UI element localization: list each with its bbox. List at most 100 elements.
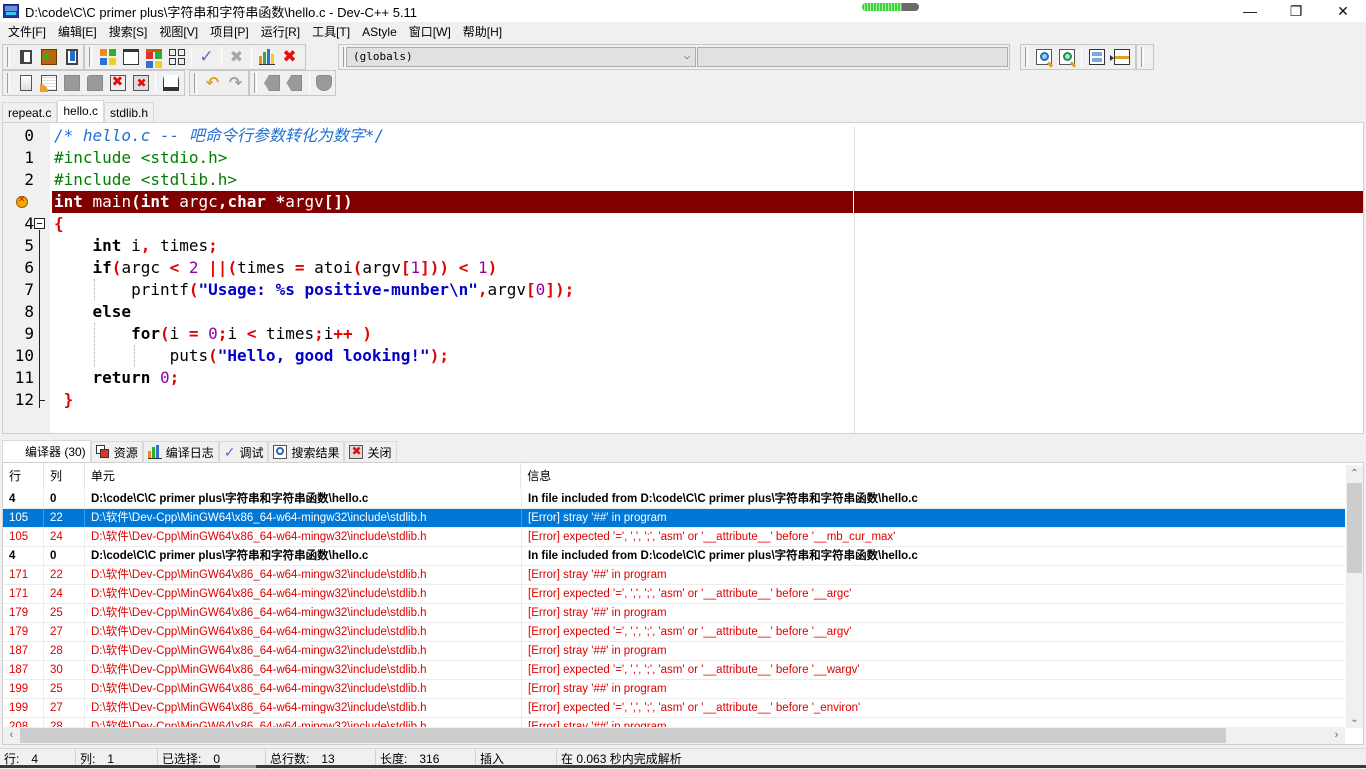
message-row[interactable]: 4 0 D:\code\C\C primer plus\字符串和字符串函数\hell… <box>3 547 1345 566</box>
vertical-scrollbar[interactable]: ⌃ ⌄ <box>1346 465 1363 728</box>
syntax-check-button[interactable]: ✓ <box>195 46 218 68</box>
menu-help[interactable]: 帮助[H] <box>457 22 508 43</box>
stop-button[interactable]: ✖ <box>225 46 248 68</box>
toolbar-grip[interactable] <box>254 73 257 93</box>
menu-file[interactable]: 文件[F] <box>2 22 52 43</box>
code-line[interactable]: int main(int argc,char *argv[]) <box>3 191 1363 213</box>
toolbar-grip[interactable] <box>89 47 92 67</box>
menu-search[interactable]: 搜索[S] <box>103 22 154 43</box>
tab-stdlib-h[interactable]: stdlib.h <box>104 102 155 122</box>
print-button[interactable] <box>159 72 182 94</box>
menu-window[interactable]: 窗口[W] <box>403 22 457 43</box>
scope-combo[interactable]: (globals) ⌵ <box>346 47 696 67</box>
run-button[interactable] <box>119 46 142 68</box>
toolbar-grip[interactable] <box>7 73 10 93</box>
new-file-button[interactable] <box>14 72 37 94</box>
toolbar-grip[interactable] <box>1141 47 1144 67</box>
compile-button[interactable] <box>96 46 119 68</box>
menu-tools[interactable]: 工具[T] <box>306 22 356 43</box>
horizontal-scrollbar[interactable]: ‹ › <box>3 727 1345 744</box>
remove-from-project-button[interactable] <box>60 46 83 68</box>
undo-button[interactable]: ↶ <box>201 72 224 94</box>
function-combo[interactable] <box>697 47 1008 67</box>
message-row[interactable]: 187 30 D:\软件\Dev-Cpp\MinGW64\x86_64-w64-mi… <box>3 661 1345 680</box>
message-row[interactable]: 179 27 D:\软件\Dev-Cpp\MinGW64\x86_64-w64-mi… <box>3 623 1345 642</box>
compiler-messages-list[interactable]: 行 列 单元 信息 4 0 D:\code\C\C primer plus\字符串和… <box>2 462 1364 745</box>
header-unit[interactable]: 单元 <box>85 463 522 489</box>
redo-button[interactable]: ↷ <box>224 72 247 94</box>
code-line[interactable]: 0 /* hello.c -- 吧命令行参数转化为数字*/ <box>3 125 1363 147</box>
new-project-button[interactable] <box>14 46 37 68</box>
menu-edit[interactable]: 编辑[E] <box>52 22 103 43</box>
scroll-right-icon[interactable]: › <box>1328 727 1345 744</box>
open-file-button[interactable] <box>37 72 60 94</box>
split-button[interactable] <box>1085 46 1108 68</box>
message-row[interactable]: 4 0 D:\code\C\C primer plus\字符串和字符串函数\hell… <box>3 490 1345 509</box>
header-message[interactable]: 信息 <box>521 463 1343 489</box>
tab-close-panel[interactable]: ✖ 关闭 <box>344 441 397 462</box>
toggle-comment-button[interactable] <box>313 72 335 94</box>
code-line[interactable]: 11 return 0; <box>3 367 1363 389</box>
code-editor[interactable]: 0 /* hello.c -- 吧命令行参数转化为数字*/ 1 #include <s… <box>2 122 1364 434</box>
message-row[interactable]: 179 25 D:\软件\Dev-Cpp\MinGW64\x86_64-w64-mi… <box>3 604 1345 623</box>
header-col[interactable]: 列 <box>44 463 85 489</box>
find-next-button[interactable] <box>1055 46 1078 68</box>
message-row[interactable]: 105 24 D:\软件\Dev-Cpp\MinGW64\x86_64-w64-mi… <box>3 528 1345 547</box>
code-line[interactable]: 2 #include <stdlib.h> <box>3 169 1363 191</box>
code-token: /* hello.c -- 吧命令行参数转化为数字*/ <box>54 126 385 145</box>
compile-run-button[interactable] <box>142 46 165 68</box>
fold-collapse-icon[interactable] <box>34 218 45 229</box>
code-line[interactable]: 8 else <box>3 301 1363 323</box>
code-line[interactable]: 4{ <box>3 213 1363 235</box>
code-line[interactable]: 6 if(argc < 2 ||(times = atoi(argv[1])) … <box>3 257 1363 279</box>
close-all-button[interactable]: ✖ <box>129 72 152 94</box>
tab-compile-log[interactable]: 编译日志 <box>142 441 219 462</box>
message-row[interactable]: 105 22 D:\软件\Dev-Cpp\MinGW64\x86_64-w64-mi… <box>3 509 1345 528</box>
menu-run[interactable]: 运行[R] <box>255 22 306 43</box>
code-line[interactable]: 5 int i, times; <box>3 235 1363 257</box>
toolbar-grip[interactable] <box>194 73 197 93</box>
delete-profile-button[interactable]: ✖ <box>278 46 301 68</box>
header-line[interactable]: 行 <box>3 463 44 489</box>
add-to-project-button[interactable]: + <box>37 46 60 68</box>
toolbar-grip[interactable] <box>7 47 10 67</box>
message-row[interactable]: 171 22 D:\软件\Dev-Cpp\MinGW64\x86_64-w64-mi… <box>3 566 1345 585</box>
unindent-button[interactable] <box>283 72 305 94</box>
find-button[interactable] <box>1032 46 1055 68</box>
menu-project[interactable]: 项目[P] <box>204 22 255 43</box>
code-line[interactable]: 1 #include <stdio.h> <box>3 147 1363 169</box>
scroll-up-icon[interactable]: ⌃ <box>1346 465 1363 482</box>
rebuild-button[interactable] <box>165 46 188 68</box>
tab-repeat-c[interactable]: repeat.c <box>2 102 58 122</box>
tab-resources[interactable]: 资源 <box>90 441 143 462</box>
close-button[interactable]: ✕ <box>1320 0 1366 22</box>
tab-debug[interactable]: ✓ 调试 <box>218 441 269 462</box>
close-file-button[interactable]: ✖ <box>106 72 129 94</box>
scroll-down-icon[interactable]: ⌄ <box>1346 711 1363 728</box>
tab-search-results[interactable]: 搜索结果 <box>268 441 345 462</box>
code-line[interactable]: 10 puts("Hello, good looking!"); <box>3 345 1363 367</box>
tab-hello-c[interactable]: hello.c <box>57 100 105 122</box>
tab-compiler[interactable]: 编译器 (30) <box>2 440 91 462</box>
save-all-button[interactable] <box>83 72 106 94</box>
message-row[interactable]: 199 25 D:\软件\Dev-Cpp\MinGW64\x86_64-w64-mi… <box>3 680 1345 699</box>
code-line[interactable]: 7 printf("Usage: %s positive-munber\n",a… <box>3 279 1363 301</box>
message-row[interactable]: 199 27 D:\软件\Dev-Cpp\MinGW64\x86_64-w64-mi… <box>3 699 1345 718</box>
maximize-button[interactable]: ❐ <box>1273 0 1319 22</box>
message-row[interactable]: 171 24 D:\软件\Dev-Cpp\MinGW64\x86_64-w64-mi… <box>3 585 1345 604</box>
vertical-scroll-thumb[interactable] <box>1347 483 1362 573</box>
error-marker-icon[interactable] <box>16 194 28 208</box>
toolbar-grip[interactable] <box>1025 47 1028 67</box>
code-line[interactable]: 12 } <box>3 389 1363 411</box>
indent-button[interactable] <box>261 72 283 94</box>
code-line[interactable]: 9 for(i = 0;i < times;i++ ) <box>3 323 1363 345</box>
horizontal-scroll-thumb[interactable] <box>20 728 1226 743</box>
menu-view[interactable]: 视图[V] <box>153 22 204 43</box>
minimize-button[interactable]: — <box>1227 0 1273 22</box>
scroll-left-icon[interactable]: ‹ <box>3 727 20 744</box>
message-row[interactable]: 187 28 D:\软件\Dev-Cpp\MinGW64\x86_64-w64-mi… <box>3 642 1345 661</box>
menu-astyle[interactable]: AStyle <box>356 22 403 43</box>
insert-button[interactable] <box>1108 46 1131 68</box>
profile-button[interactable] <box>255 46 278 68</box>
save-button[interactable] <box>60 72 83 94</box>
